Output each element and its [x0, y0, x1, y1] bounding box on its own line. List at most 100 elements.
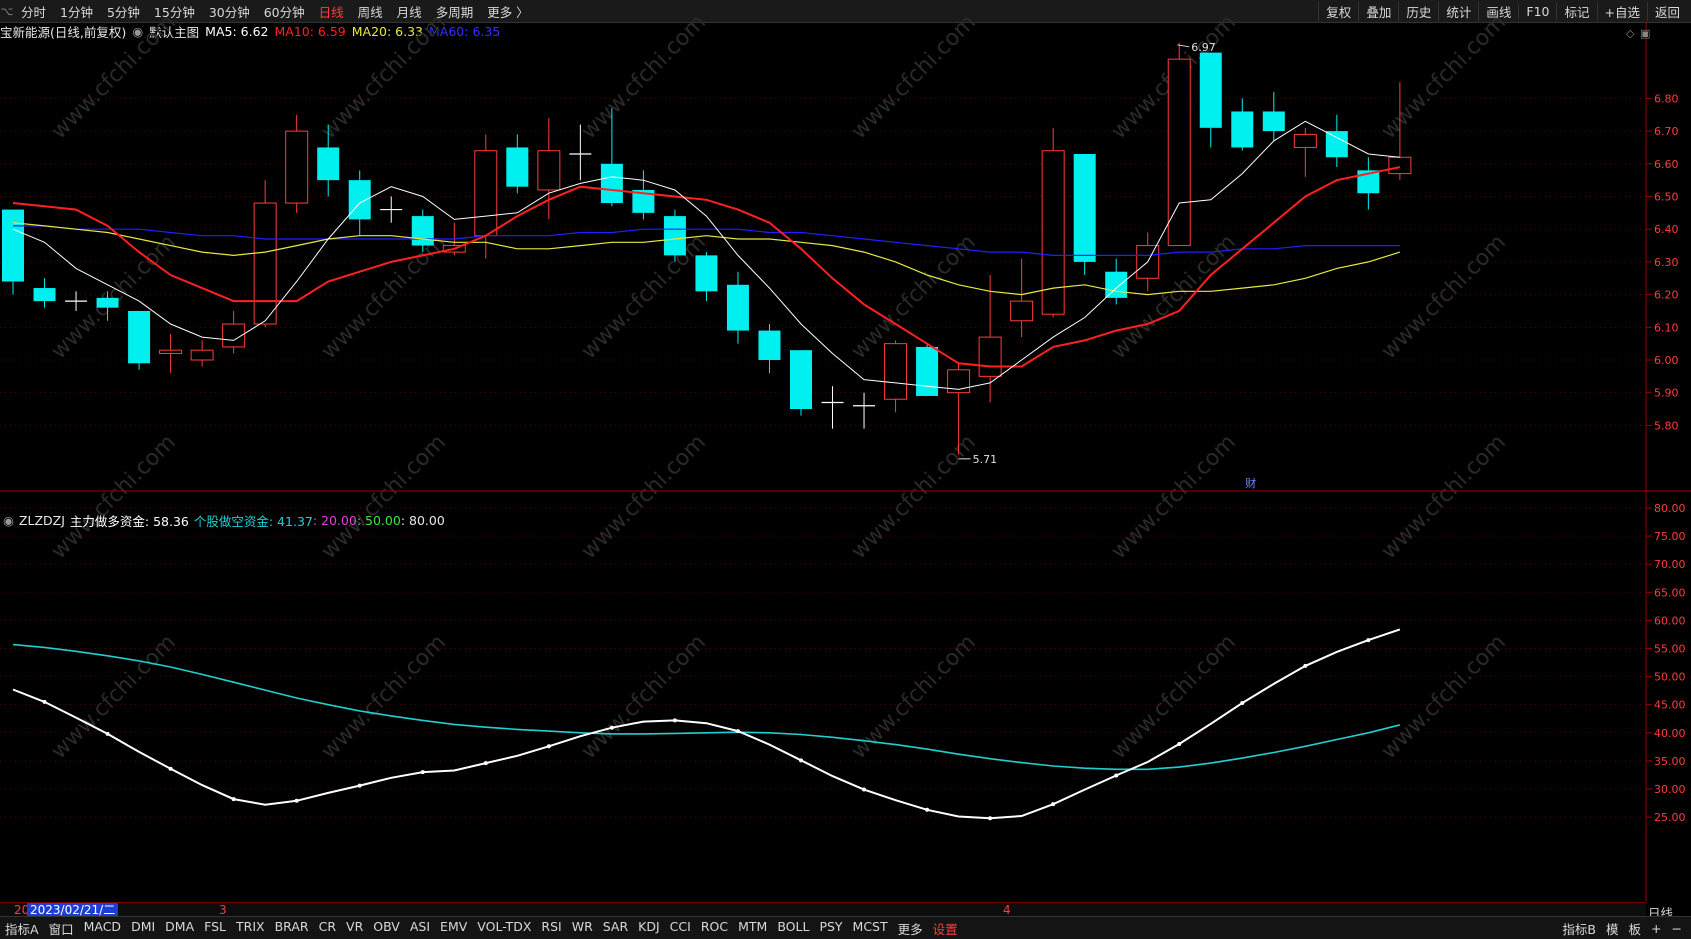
candle-body-25: [790, 350, 812, 410]
low-label: 5.71: [973, 453, 998, 466]
indicator-tab-15[interactable]: WR: [567, 919, 598, 938]
bottom-tool-0[interactable]: 指标B: [1557, 919, 1601, 938]
main-tick-label-5: 6.30: [1654, 256, 1679, 269]
watermark-20: www.cfchi.com: [577, 630, 711, 764]
watermark-14: www.cfchi.com: [577, 430, 711, 564]
ind-tick-label-3: 65.00: [1654, 586, 1686, 599]
indicator-tab-2[interactable]: MACD: [79, 919, 126, 938]
indicator-tab-19[interactable]: ROC: [696, 919, 733, 938]
indicator-tab-25[interactable]: 设置: [928, 919, 963, 938]
date-axis[interactable]: 20 2023/02/21/二 3 4: [0, 902, 1646, 917]
indicator-tab-3[interactable]: DMI: [126, 919, 160, 938]
ind-tick-label-11: 25.00: [1654, 811, 1686, 824]
candle-body-42: [1325, 131, 1348, 158]
long-funds-point-19: [609, 725, 614, 730]
indicator-tab-5[interactable]: FSL: [199, 919, 231, 938]
indicator-tab-10[interactable]: OBV: [368, 919, 405, 938]
main-y-axis: 6.80 6.70 6.60 6.50 6.40 6.30 6.20 6.10 6.00 5.90…: [1646, 92, 1679, 432]
ind-tick-label-2: 70.00: [1654, 558, 1686, 571]
candle-body-24: [758, 330, 781, 360]
watermark-6: www.cfchi.com: [47, 230, 181, 364]
indicator-tab-24[interactable]: 更多: [893, 919, 928, 938]
main-grid: [0, 22, 1691, 902]
candle-body-16: [506, 147, 529, 187]
watermark-11: www.cfchi.com: [1377, 230, 1511, 364]
ind-tick-label-9: 35.00: [1654, 755, 1686, 768]
candle-body-23: [726, 284, 749, 331]
bottom-tool-2[interactable]: 板: [1624, 919, 1647, 938]
ind-tick-label-8: 40.00: [1654, 727, 1686, 740]
candle-body-29: [916, 346, 939, 396]
indicator-tab-16[interactable]: SAR: [598, 919, 633, 938]
watermark-9: www.cfchi.com: [847, 230, 981, 364]
indicator-tab-23[interactable]: MCST: [848, 919, 893, 938]
indicator-tab-0[interactable]: 指标A: [0, 919, 44, 938]
long-funds-point-15: [483, 761, 488, 766]
long-funds-point-1: [42, 699, 47, 704]
indicator-tab-12[interactable]: EMV: [435, 919, 472, 938]
long-funds-point-7: [231, 797, 236, 802]
watermark-7: www.cfchi.com: [317, 230, 451, 364]
watermark-12: www.cfchi.com: [47, 430, 181, 564]
indicator-tab-1[interactable]: 窗口: [44, 919, 79, 938]
bottom-tool-3[interactable]: +: [1646, 921, 1666, 936]
indicator-tab-13[interactable]: VOL-TDX: [472, 919, 536, 938]
candle-body-10: [317, 147, 340, 181]
candle-body-13: [411, 216, 434, 246]
ind-tick-label-1: 75.00: [1654, 530, 1686, 543]
watermark-13: www.cfchi.com: [317, 430, 451, 564]
watermark-17: www.cfchi.com: [1377, 430, 1511, 564]
watermark-2: www.cfchi.com: [577, 10, 711, 144]
long-funds-point-23: [735, 729, 740, 734]
main-tick-label-6: 6.20: [1654, 289, 1679, 302]
bottom-right-tools: 指标B 模板 + −: [1557, 917, 1687, 939]
indicator-name[interactable]: ZLZDZJ: [19, 513, 65, 528]
candle-body-17: [537, 150, 561, 191]
indicator-tab-20[interactable]: MTM: [733, 919, 772, 938]
long-funds-point-39: [1240, 701, 1245, 706]
chart-canvas[interactable]: www.cfchi.com www.cfchi.com www.cfchi.com w…: [0, 0, 1691, 939]
long-funds-point-37: [1177, 742, 1182, 747]
candle-body-35: [1105, 271, 1128, 298]
pane-toggle-icon: ▣: [1640, 27, 1650, 40]
indicator-y-axis: 80.00 75.00 70.00 65.00 60.00 55.00 50.00 45.00…: [1646, 502, 1686, 824]
watermark-19: www.cfchi.com: [317, 630, 451, 764]
indicator-tab-11[interactable]: ASI: [405, 919, 435, 938]
watermark-5: www.cfchi.com: [1377, 10, 1511, 144]
main-tick-label-8: 6.00: [1654, 354, 1679, 367]
indicator-tab-9[interactable]: VR: [341, 919, 368, 938]
indicator-tab-18[interactable]: CCI: [665, 919, 696, 938]
candle-body-8: [253, 202, 277, 325]
long-funds-point-41: [1303, 663, 1308, 668]
candle-body-22: [695, 255, 718, 292]
candle-body-3: [96, 297, 119, 308]
bottom-indicator-bar: 指标A 窗口 MACD DMI DMA FSL TRIX BRAR CR VR OBV ASI EMV V…: [0, 916, 1691, 939]
indicator-header: ◉ ZLZDZJ 主力做多资金: 58.36 个股做空资金: 41.37 : 2…: [0, 512, 450, 529]
indicator-tab-14[interactable]: RSI: [536, 919, 566, 938]
indicator-tab-6[interactable]: TRIX: [231, 919, 270, 938]
main-long-value: 主力做多资金: 58.36: [69, 513, 189, 529]
line-50-value: : 50.00: [356, 512, 401, 528]
indicator-menu-icon[interactable]: ◉: [3, 513, 14, 528]
candle-body-39: [1231, 111, 1254, 148]
candle-body-21: [663, 216, 686, 256]
long-funds-point-21: [672, 718, 677, 723]
ind-tick-label-7: 45.00: [1654, 699, 1686, 712]
bottom-tool-1[interactable]: 模: [1601, 919, 1624, 938]
candle-body-31: [978, 336, 1002, 377]
indicator-tab-22[interactable]: PSY: [814, 919, 847, 938]
short-value: 个股做空资金: 41.37: [193, 513, 313, 529]
indicator-tab-8[interactable]: CR: [314, 919, 341, 938]
indicator-tab-17[interactable]: KDJ: [633, 919, 665, 938]
bottom-tool-4[interactable]: −: [1667, 921, 1687, 936]
main-tick-label-3: 6.50: [1654, 191, 1679, 204]
indicator-lines-layer: [12, 628, 1401, 821]
month-mark-3: 3: [219, 903, 227, 917]
long-funds-point-13: [420, 770, 425, 775]
candle-body-41: [1293, 133, 1317, 148]
indicator-tab-4[interactable]: DMA: [160, 919, 199, 938]
long-funds-point-17: [546, 744, 551, 749]
indicator-tab-7[interactable]: BRAR: [270, 919, 314, 938]
indicator-tab-21[interactable]: BOLL: [772, 919, 814, 938]
diamond-icon: ◇: [1626, 27, 1635, 40]
